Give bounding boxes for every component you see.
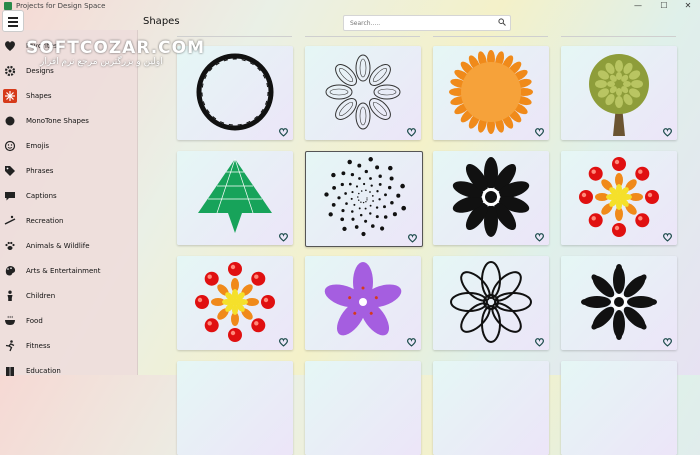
red-berry-flower-thumbnail xyxy=(579,157,659,237)
favorite-heart-icon[interactable] xyxy=(534,232,545,242)
sidebar-item-label: Children xyxy=(26,292,56,300)
shape-card-red-berry-flower-2[interactable] xyxy=(177,256,293,350)
sidebar-item-label: Arts & Entertainment xyxy=(26,267,101,275)
watermark: SOFTCOZAR.COM xyxy=(26,38,206,58)
shape-card-outline-flower[interactable] xyxy=(433,256,549,350)
sidebar-item-education[interactable]: Education xyxy=(0,360,137,382)
shape-card-triangle-tree[interactable] xyxy=(177,151,293,245)
gear-icon xyxy=(3,64,17,78)
favorite-heart-icon[interactable] xyxy=(534,127,545,137)
sidebar-item-label: Food xyxy=(26,317,43,325)
star-icon xyxy=(3,89,17,103)
shape-card-partial[interactable] xyxy=(561,361,677,455)
favorite-heart-icon[interactable] xyxy=(534,337,545,347)
outline-flower-thumbnail xyxy=(450,261,532,343)
shape-card-black-flower[interactable] xyxy=(433,151,549,245)
sidebar-item-recreation[interactable]: Recreation xyxy=(0,210,137,232)
sidebar-item-label: Recreation xyxy=(26,217,64,225)
favorite-heart-icon[interactable] xyxy=(407,233,418,243)
favorite-heart-icon[interactable] xyxy=(662,127,673,137)
shape-card-red-berry-flower[interactable] xyxy=(561,151,677,245)
sidebar-item-fitness[interactable]: Fitness xyxy=(0,335,137,357)
sidebar-item-label: Designs xyxy=(26,67,54,75)
black-flower-thumbnail xyxy=(452,157,530,237)
sidebar-item-label: Emojis xyxy=(26,142,50,150)
divider xyxy=(561,36,676,37)
shape-card-ornament-flower[interactable] xyxy=(561,256,677,350)
red-berry-flower-2-thumbnail xyxy=(195,262,275,342)
ski-icon xyxy=(3,214,17,228)
tag-icon xyxy=(3,164,17,178)
purple-pinwheel-thumbnail xyxy=(324,262,402,336)
divider xyxy=(305,36,420,37)
favorite-heart-icon[interactable] xyxy=(278,232,289,242)
shape-card-circle-ring[interactable] xyxy=(177,46,293,140)
triangle-tree-thumbnail xyxy=(198,158,272,233)
page-title: Shapes xyxy=(143,16,180,27)
favorite-heart-icon[interactable] xyxy=(406,127,417,137)
sidebar-item-arts-entertainment[interactable]: Arts & Entertainment xyxy=(0,260,137,282)
search-input[interactable] xyxy=(348,17,492,30)
circle-icon xyxy=(3,114,17,128)
food-icon xyxy=(3,314,17,328)
favorite-heart-icon[interactable] xyxy=(662,232,673,242)
child-icon xyxy=(3,289,17,303)
shape-card-partial[interactable] xyxy=(433,361,549,455)
circle-ring-thumbnail xyxy=(196,53,274,131)
sidebar-item-label: Captions xyxy=(26,192,57,200)
comment-icon xyxy=(3,189,17,203)
sidebar-item-food[interactable]: Food xyxy=(0,310,137,332)
shape-card-partial[interactable] xyxy=(177,361,293,455)
watermark-subtitle: ﺍﻭﻟﻴﻦ ﻭ ﺑﺰﺭﮔﺘﺮﻳﻦ ﻣﺮﺟﻊ ﻧﺮﻡ ﺍﻓﺰﺍﺭ xyxy=(40,57,163,67)
favorite-heart-icon[interactable] xyxy=(662,337,673,347)
shape-card-partial[interactable] xyxy=(305,361,421,455)
shape-card-dot-spiral[interactable] xyxy=(305,151,423,247)
tree-thumbnail xyxy=(589,54,649,136)
favorite-heart-icon[interactable] xyxy=(278,337,289,347)
shape-card-purple-pinwheel[interactable] xyxy=(305,256,421,350)
book-icon xyxy=(3,364,17,378)
dot-spiral-thumbnail xyxy=(324,157,407,237)
window-title: Projects for Design Space xyxy=(16,2,106,10)
paw-icon xyxy=(3,239,17,253)
sidebar: Favorites Designs Shapes MonoTone Shapes Emo… xyxy=(0,10,138,376)
sidebar-item-children[interactable]: Children xyxy=(0,285,137,307)
divider xyxy=(433,36,548,37)
sidebar-item-shapes[interactable]: Shapes xyxy=(0,85,137,107)
sidebar-item-label: Phrases xyxy=(26,167,54,175)
sidebar-item-captions[interactable]: Captions xyxy=(0,185,137,207)
divider xyxy=(177,36,292,37)
sidebar-item-label: Shapes xyxy=(26,92,52,100)
shape-card-tree[interactable] xyxy=(561,46,677,140)
sidebar-item-label: Fitness xyxy=(26,342,51,350)
heart-icon xyxy=(3,39,17,53)
sidebar-item-monotone-shapes[interactable]: MonoTone Shapes xyxy=(0,110,137,132)
sidebar-item-label: Education xyxy=(26,367,61,375)
search-box[interactable] xyxy=(343,15,511,31)
sidebar-item-phrases[interactable]: Phrases xyxy=(0,160,137,182)
palette-icon xyxy=(3,264,17,278)
close-button[interactable]: ✕ xyxy=(676,0,700,12)
smiley-icon xyxy=(3,139,17,153)
shape-card-sun[interactable] xyxy=(433,46,549,140)
sidebar-item-animals-wildlife[interactable]: Animals & Wildlife xyxy=(0,235,137,257)
maximize-button[interactable]: ☐ xyxy=(652,0,676,12)
sidebar-item-label: Animals & Wildlife xyxy=(26,242,90,250)
search-icon[interactable] xyxy=(498,18,506,26)
favorite-heart-icon[interactable] xyxy=(406,337,417,347)
favorite-heart-icon[interactable] xyxy=(278,127,289,137)
runner-icon xyxy=(3,339,17,353)
sidebar-item-emojis[interactable]: Emojis xyxy=(0,135,137,157)
shape-card-leaf-flower[interactable] xyxy=(305,46,421,140)
minimize-button[interactable]: — xyxy=(626,0,650,12)
app-icon xyxy=(4,2,12,10)
sidebar-item-label: MonoTone Shapes xyxy=(26,117,89,125)
leaf-flower-thumbnail xyxy=(325,54,401,130)
sun-thumbnail xyxy=(449,50,533,134)
title-bar: Projects for Design Space — ☐ ✕ xyxy=(0,0,700,12)
hamburger-menu-button[interactable] xyxy=(2,10,24,32)
ornament-flower-thumbnail xyxy=(581,264,657,340)
